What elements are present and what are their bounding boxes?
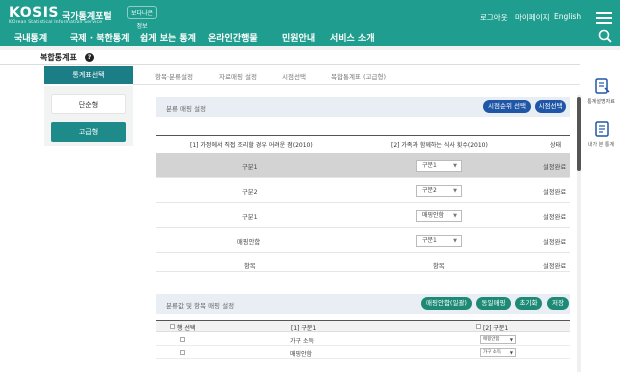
scrollbar-thumb[interactable]	[577, 97, 581, 171]
column-header-class1: [1] 구분1	[291, 325, 317, 332]
mapping-section-title: 분류 매핑 설정	[166, 105, 207, 113]
english-link[interactable]: English	[554, 12, 581, 21]
mapping-row-left: 구분2	[242, 189, 258, 196]
quick-menu-label[interactable]: 내가 본 통계	[582, 141, 620, 148]
header-divider	[0, 46, 620, 50]
value-mapping-section-title: 분류값 및 항목 매핑 설정	[166, 302, 235, 310]
quick-menu-label[interactable]: 통계설명자료	[582, 98, 620, 105]
mapping-row-status: 설정완료	[543, 239, 567, 246]
mapping-row-right: 항목	[433, 263, 445, 270]
select-col2-checkbox[interactable]	[476, 324, 481, 329]
site-logo[interactable]: KOSIS	[9, 5, 59, 21]
mapping-select[interactable]: 매핑안함 ▼	[416, 210, 462, 222]
column-header-status: 상태	[550, 142, 562, 149]
mapping-table-top	[156, 135, 570, 136]
nav-easy-stats[interactable]: 쉽게 보는 통계	[140, 31, 196, 44]
nav-civil-service[interactable]: 민원안내	[282, 31, 315, 44]
column-header-row-select: 행 선택	[177, 325, 196, 332]
recent-stats-icon[interactable]	[595, 121, 610, 138]
nav-service-intro[interactable]: 서비스 소개	[330, 31, 375, 44]
mapping-row-left: 구분1	[242, 214, 258, 221]
tab-composite-advanced[interactable]: 복합통계표 (고급형)	[331, 71, 386, 81]
mapping-select[interactable]: 구분1 ▼	[416, 160, 462, 172]
nav-international-stats[interactable]: 국제 · 북한통계	[70, 31, 129, 44]
same-mapping-button[interactable]: 동일매핑	[476, 297, 511, 310]
nav-domestic-stats[interactable]: 국내통계	[14, 31, 47, 44]
search-icon[interactable]	[598, 29, 612, 43]
tab-divider	[133, 84, 580, 85]
tab-time-select[interactable]: 시점선택	[282, 71, 306, 81]
tab-item-class-setting[interactable]: 항목·분류설정	[155, 71, 193, 81]
mypage-link[interactable]: 마이페이지	[515, 12, 550, 23]
logout-link[interactable]: 로그아웃	[480, 12, 508, 23]
value-mapping-select[interactable]: 가구 소득 ▼	[480, 348, 516, 357]
nav-online-publications[interactable]: 온라인간행물	[208, 31, 258, 44]
mapping-row[interactable]	[156, 153, 570, 178]
mapping-row-status: 설정완료	[543, 263, 567, 270]
advanced-mode-button[interactable]: 고급형	[51, 122, 126, 142]
column-header-table2: [2] 가족과 함께하는 식사 횟수(2010)	[391, 142, 488, 149]
mapping-row-left: 구분1	[242, 164, 258, 171]
page-title: 복합통계표	[40, 53, 77, 62]
title-divider	[0, 64, 580, 65]
row-checkbox[interactable]	[180, 350, 185, 355]
mapping-row[interactable]	[156, 178, 570, 203]
time-select-button[interactable]: 시점선택	[535, 100, 566, 113]
mapping-row-status: 설정완료	[543, 214, 567, 221]
value-row-label: 매핑안함	[290, 351, 313, 358]
mapping-select[interactable]: 구분2 ▼	[416, 185, 462, 197]
slogan-badge: 보다나은 정보	[127, 6, 157, 30]
tab-data-mapping[interactable]: 자료매핑 설정	[219, 71, 257, 81]
time-order-button[interactable]: 시점순위 선택	[483, 100, 531, 113]
mapping-row-status: 설정완료	[543, 164, 567, 171]
mapping-row-left: 항목	[244, 263, 256, 270]
site-logo-subtitle: KOrean Statistical Information Service	[9, 20, 103, 25]
mapping-row[interactable]	[156, 203, 570, 228]
column-header-table1: [1] 가정에서 직접 조리할 경우 어려운 점(2010)	[190, 142, 313, 149]
select-all-checkbox[interactable]	[170, 324, 175, 329]
value-mapping-select[interactable]: 매핑안함 ▼	[480, 335, 516, 344]
mapping-select[interactable]: 구분1 ▼	[416, 235, 462, 247]
tab-table-select[interactable]: 통계표선택	[44, 66, 133, 84]
row-checkbox[interactable]	[180, 337, 185, 342]
simple-mode-button[interactable]: 단순형	[51, 94, 126, 114]
mapping-row-left: 매핑안함	[237, 239, 261, 246]
column-header-class2: [2] 구분1	[483, 325, 509, 332]
menu-icon[interactable]	[596, 12, 612, 24]
batch-no-mapping-button[interactable]: 매핑안함(일괄)	[421, 297, 472, 310]
statistics-description-icon[interactable]	[595, 78, 610, 95]
save-button[interactable]: 저장	[547, 297, 569, 310]
mapping-row[interactable]	[156, 253, 570, 272]
mapping-row-status: 설정완료	[543, 189, 567, 196]
help-icon[interactable]: ?	[85, 53, 94, 62]
reset-button[interactable]: 초기화	[515, 297, 542, 310]
value-row-label: 가구 소득	[290, 338, 314, 345]
mapping-row[interactable]	[156, 228, 570, 253]
quick-menu	[582, 70, 620, 372]
